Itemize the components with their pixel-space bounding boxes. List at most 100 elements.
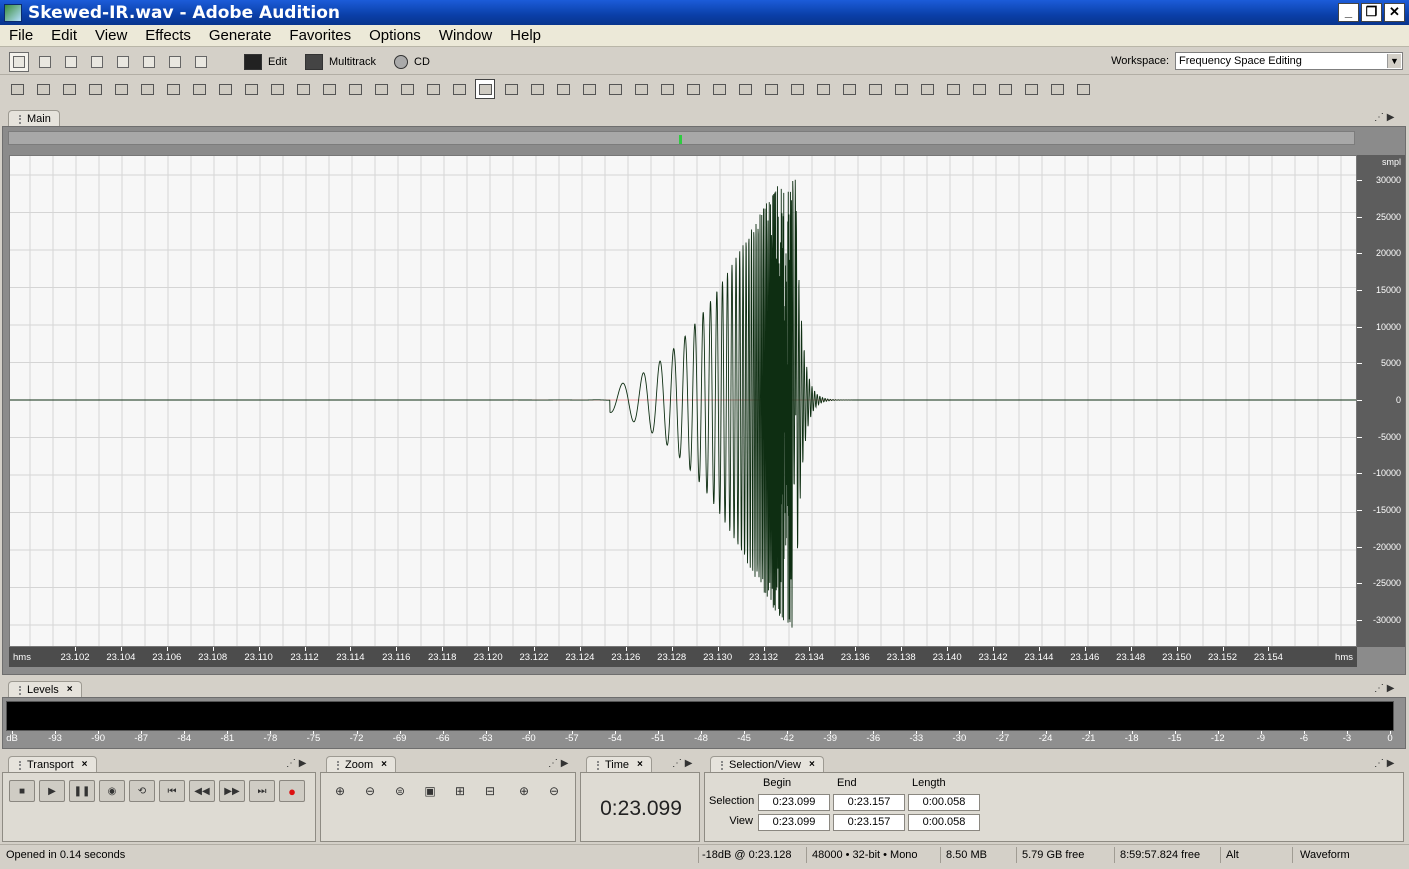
scrub-tool-icon[interactable] <box>165 52 185 72</box>
playhead-marker[interactable] <box>679 135 682 144</box>
zoom-right-edge-icon[interactable]: ⊟ <box>479 781 501 801</box>
hybrid-tool-icon[interactable] <box>139 52 159 72</box>
menu-effects[interactable]: Effects <box>136 27 200 44</box>
selection-end-field[interactable]: 0:23.157 <box>833 794 905 811</box>
spectral-pan-icon[interactable] <box>527 79 547 99</box>
close-button[interactable]: ✕ <box>1384 3 1405 22</box>
zoom-in-vertical-icon[interactable]: ⊕ <box>513 781 535 801</box>
help-icon[interactable] <box>735 79 755 99</box>
close-icon[interactable]: × <box>67 682 73 698</box>
record-button[interactable]: ● <box>279 780 305 802</box>
rewind-button[interactable]: ◀◀ <box>189 780 215 802</box>
spectral-phase-icon[interactable] <box>553 79 573 99</box>
open-file-icon[interactable] <box>33 79 53 99</box>
fast-forward-button[interactable]: ▶▶ <box>219 780 245 802</box>
zoom-out-horizontal-icon[interactable]: ⊖ <box>359 781 381 801</box>
spot-healing-icon[interactable] <box>191 52 211 72</box>
transport-panel-tab[interactable]: Transport × <box>8 756 97 773</box>
selection-begin-field[interactable]: 0:23.099 <box>758 794 830 811</box>
menu-file[interactable]: File <box>0 27 42 44</box>
show-spectral-icon[interactable] <box>605 79 625 99</box>
stop-button[interactable]: ■ <box>9 780 35 802</box>
parametric-eq-icon[interactable] <box>917 79 937 99</box>
waveform-display[interactable] <box>9 155 1357 647</box>
panel-menu-icon[interactable]: ⋰ ▶ <box>1374 758 1400 772</box>
save-as-icon[interactable] <box>85 79 105 99</box>
play-to-end-button[interactable]: ◉ <box>99 780 125 802</box>
close-icon[interactable]: × <box>82 757 88 773</box>
copy-icon[interactable] <box>345 79 365 99</box>
edit-mode-button[interactable]: Edit <box>244 53 287 70</box>
close-icon[interactable]: × <box>637 757 643 773</box>
spectral-view-icon[interactable] <box>501 79 521 99</box>
minimize-button[interactable]: _ <box>1338 3 1359 22</box>
zoom-left-edge-icon[interactable]: ⊞ <box>449 781 471 801</box>
selection-view-panel-tab[interactable]: Selection/View × <box>710 756 824 773</box>
file-info-icon[interactable] <box>163 79 183 99</box>
time-ruler[interactable]: hms hms 23.102 23.104 23.106 23.108 23.110 23… <box>9 647 1357 667</box>
main-panel-tab[interactable]: Main <box>8 110 60 127</box>
levels-panel-tab[interactable]: Levels × <box>8 681 82 698</box>
noise-reduction-icon[interactable] <box>1021 79 1041 99</box>
view-length-field[interactable]: 0:00.058 <box>908 814 980 831</box>
zoom-in-horizontal-icon[interactable]: ⊕ <box>329 781 351 801</box>
loop-button[interactable]: ⟲ <box>129 780 155 802</box>
amplitude-ruler[interactable]: smpl 30000 25000 20000 15000 10000 5000 0 -5000… <box>1357 155 1405 647</box>
effects-paintbrush-icon[interactable] <box>87 52 107 72</box>
menu-favorites[interactable]: Favorites <box>280 27 360 44</box>
amplify-icon[interactable] <box>813 79 833 99</box>
view-begin-field[interactable]: 0:23.099 <box>758 814 830 831</box>
mixer-icon[interactable] <box>943 79 963 99</box>
waveform-view-icon[interactable] <box>475 79 495 99</box>
selection-length-field[interactable]: 0:00.058 <box>908 794 980 811</box>
lasso-tool-icon[interactable] <box>61 52 81 72</box>
save-icon[interactable] <box>59 79 79 99</box>
paste-icon[interactable] <box>371 79 391 99</box>
delay-icon[interactable] <box>969 79 989 99</box>
move-tool-icon[interactable] <box>113 52 133 72</box>
view-end-field[interactable]: 0:23.157 <box>833 814 905 831</box>
zoom-out-vertical-icon[interactable]: ⊖ <box>543 781 565 801</box>
menu-help[interactable]: Help <box>501 27 550 44</box>
menu-window[interactable]: Window <box>430 27 501 44</box>
panel-menu-icon[interactable]: ⋰ ▶ <box>672 758 698 772</box>
save-all-icon[interactable] <box>111 79 131 99</box>
reverb-icon[interactable] <box>995 79 1015 99</box>
paste-new-icon[interactable] <box>397 79 417 99</box>
redo-icon[interactable] <box>215 79 235 99</box>
workspace-select[interactable]: Frequency Space Editing ▼ <box>1175 52 1403 70</box>
trim-icon[interactable] <box>267 79 287 99</box>
zoom-selection-icon[interactable]: ▣ <box>419 781 441 801</box>
normalize-icon[interactable] <box>787 79 807 99</box>
zoom-panel-tab[interactable]: Zoom × <box>326 756 396 773</box>
zoom-out-full-icon[interactable]: ⊜ <box>389 781 411 801</box>
metronome-icon[interactable] <box>683 79 703 99</box>
marquee-tool-icon[interactable] <box>35 52 55 72</box>
time-selection-tool-icon[interactable] <box>9 51 29 72</box>
insert-cue-icon[interactable] <box>449 79 469 99</box>
panel-menu-icon[interactable]: ⋰ ▶ <box>1374 112 1400 126</box>
show-waveform-icon[interactable] <box>579 79 599 99</box>
time-panel-tab[interactable]: Time × <box>586 756 652 773</box>
graphic-eq-icon[interactable] <box>891 79 911 99</box>
pause-button[interactable]: ❚❚ <box>69 780 95 802</box>
copy-new-icon[interactable] <box>293 79 313 99</box>
repeat-last-icon[interactable] <box>241 79 261 99</box>
panel-menu-icon[interactable]: ⋰ ▶ <box>286 758 312 772</box>
mix-paste-icon[interactable] <box>423 79 443 99</box>
multitrack-mode-button[interactable]: Multitrack <box>304 53 376 70</box>
close-icon[interactable]: × <box>381 757 387 773</box>
compressor-icon[interactable] <box>839 79 859 99</box>
cut-icon[interactable] <box>319 79 339 99</box>
play-button[interactable]: ▶ <box>39 780 65 802</box>
panel-menu-icon[interactable]: ⋰ ▶ <box>548 758 574 772</box>
overview-bar[interactable] <box>8 131 1355 145</box>
analysis-icon[interactable] <box>1047 79 1067 99</box>
undo-icon[interactable] <box>189 79 209 99</box>
batch-process-icon[interactable] <box>1073 79 1093 99</box>
go-to-start-button[interactable]: ⏮ <box>159 780 185 802</box>
restore-button[interactable]: ❐ <box>1361 3 1382 22</box>
close-icon[interactable]: × <box>809 757 815 773</box>
cd-mode-button[interactable]: CD <box>394 54 430 69</box>
envelope-icon[interactable] <box>761 79 781 99</box>
